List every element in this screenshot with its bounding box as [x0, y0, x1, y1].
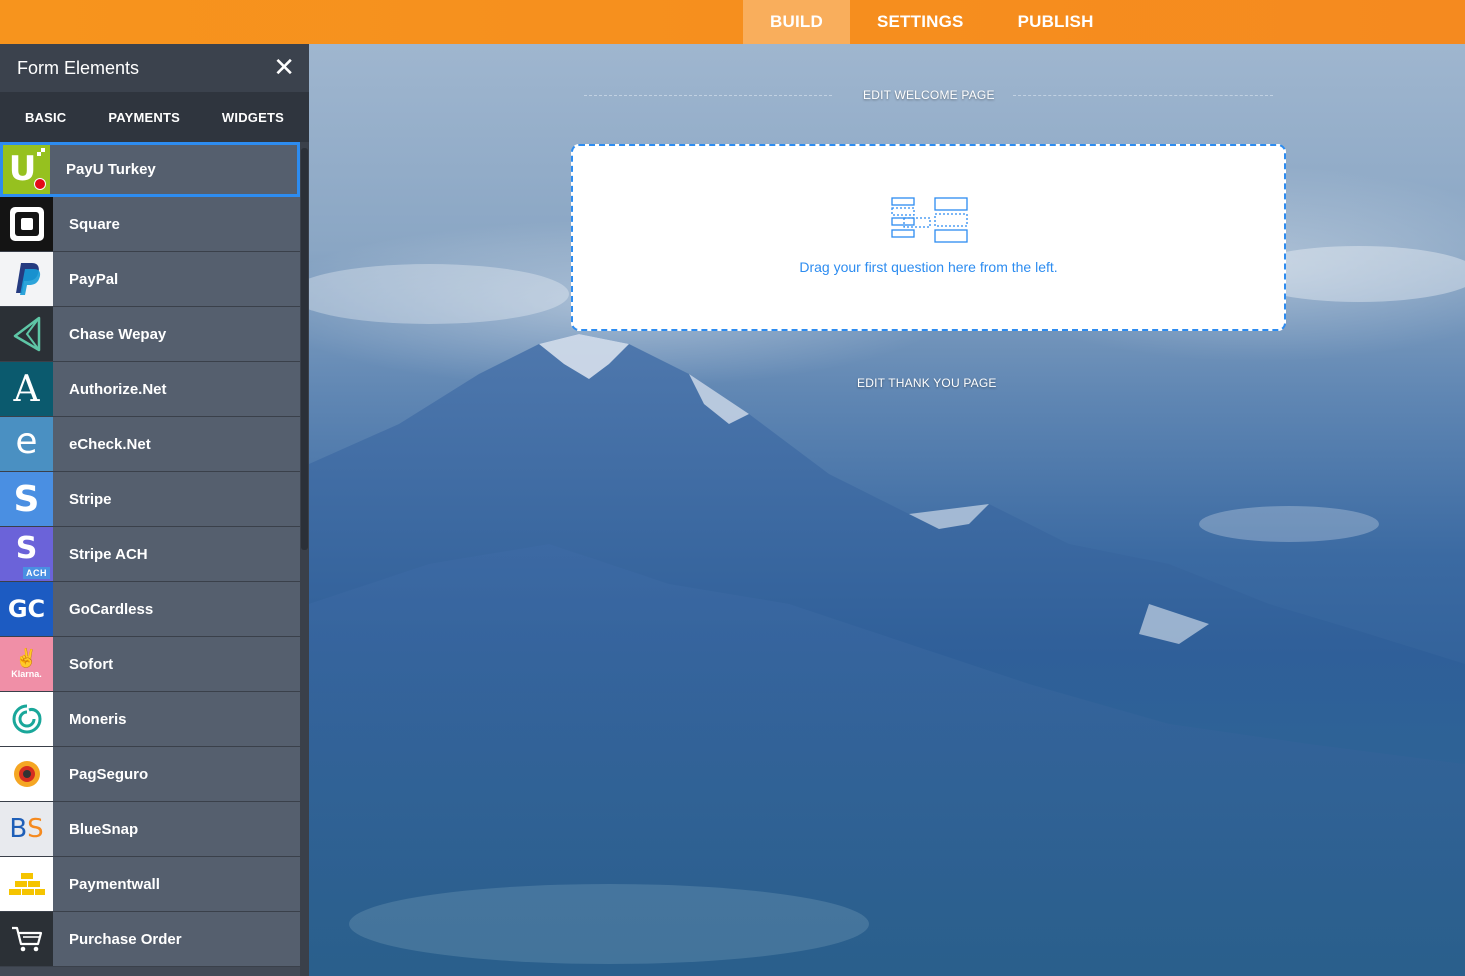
tab-widgets[interactable]: WIDGETS	[222, 110, 284, 125]
gocardless-icon: GC	[0, 582, 53, 636]
item-label: Paymentwall	[69, 875, 160, 893]
list-item-echeck-net[interactable]: e eCheck.Net	[0, 417, 300, 472]
stripe-icon: S	[0, 472, 53, 526]
item-label: Sofort	[69, 655, 114, 673]
top-navigation-bar: BUILD SETTINGS PUBLISH	[0, 0, 1465, 44]
list-item-payu-turkey[interactable]: U PayU Turkey	[0, 142, 300, 197]
payment-elements-list: U PayU Turkey Square PayPal Chase Wepay …	[0, 142, 300, 967]
list-item-chase-wepay[interactable]: Chase Wepay	[0, 307, 300, 362]
list-item-gocardless[interactable]: GC GoCardless	[0, 582, 300, 637]
square-icon	[0, 197, 53, 251]
item-label: Stripe	[69, 490, 112, 508]
item-label: eCheck.Net	[69, 435, 151, 453]
bluesnap-icon: BS	[0, 802, 53, 856]
list-item-square[interactable]: Square	[0, 197, 300, 252]
item-label: Square	[69, 215, 120, 233]
welcome-divider-left	[584, 95, 832, 96]
form-elements-panel: Form Elements ✕ BASIC PAYMENTS WIDGETS U…	[0, 44, 309, 976]
builder-tabs: BUILD SETTINGS PUBLISH	[743, 0, 1121, 44]
paymentwall-icon	[0, 857, 53, 911]
sofort-klarna-icon: ✌ Klarna.	[0, 637, 53, 691]
edit-welcome-page-link[interactable]: EDIT WELCOME PAGE	[863, 88, 995, 102]
pagseguro-icon	[0, 747, 53, 801]
panel-title: Form Elements	[17, 57, 140, 78]
list-item-stripe-ach[interactable]: S ACH Stripe ACH	[0, 527, 300, 582]
list-item-stripe[interactable]: S Stripe	[0, 472, 300, 527]
chase-wepay-icon	[0, 307, 53, 361]
tab-payments[interactable]: PAYMENTS	[108, 110, 180, 125]
list-item-sofort[interactable]: ✌ Klarna. Sofort	[0, 637, 300, 692]
item-label: GoCardless	[69, 600, 154, 618]
list-item-moneris[interactable]: Moneris	[0, 692, 300, 747]
item-label: PayPal	[69, 270, 119, 288]
item-label: PayU Turkey	[66, 160, 156, 178]
item-label: BlueSnap	[69, 820, 139, 838]
tab-build[interactable]: BUILD	[743, 0, 850, 44]
form-canvas: EDIT WELCOME PAGE Drag your first questi…	[309, 44, 1465, 976]
item-label: Authorize.Net	[69, 380, 167, 398]
panel-header: Form Elements ✕	[0, 44, 309, 92]
drag-layout-icon	[891, 197, 968, 243]
tab-publish[interactable]: PUBLISH	[991, 0, 1121, 44]
item-label: Moneris	[69, 710, 127, 728]
list-scrollbar[interactable]	[300, 142, 309, 976]
item-label: Purchase Order	[69, 930, 182, 948]
echeck-net-icon: e	[0, 417, 53, 471]
edit-thank-you-page-link[interactable]: EDIT THANK YOU PAGE	[857, 376, 997, 390]
scrollbar-thumb[interactable]	[301, 148, 308, 550]
paypal-icon	[0, 252, 53, 306]
question-drop-zone[interactable]: Drag your first question here from the l…	[571, 144, 1286, 331]
authorize-net-icon: A	[0, 362, 53, 416]
drop-zone-hint: Drag your first question here from the l…	[799, 259, 1058, 275]
list-item-purchase-order[interactable]: Purchase Order	[0, 912, 300, 967]
payu-turkey-icon: U	[3, 144, 50, 194]
list-item-bluesnap[interactable]: BS BlueSnap	[0, 802, 300, 857]
moneris-icon	[0, 692, 53, 746]
stripe-ach-icon: S ACH	[0, 527, 53, 581]
list-item-paypal[interactable]: PayPal	[0, 252, 300, 307]
element-category-tabs: BASIC PAYMENTS WIDGETS	[0, 92, 309, 142]
tab-basic[interactable]: BASIC	[25, 110, 66, 125]
cart-icon	[0, 912, 53, 966]
item-label: Chase Wepay	[69, 325, 167, 343]
list-item-authorize-net[interactable]: A Authorize.Net	[0, 362, 300, 417]
welcome-divider-right	[1013, 95, 1273, 96]
item-label: Stripe ACH	[69, 545, 148, 563]
item-label: PagSeguro	[69, 765, 149, 783]
list-item-paymentwall[interactable]: Paymentwall	[0, 857, 300, 912]
close-icon[interactable]: ✕	[273, 55, 295, 81]
list-item-pagseguro[interactable]: PagSeguro	[0, 747, 300, 802]
tab-settings[interactable]: SETTINGS	[850, 0, 991, 44]
